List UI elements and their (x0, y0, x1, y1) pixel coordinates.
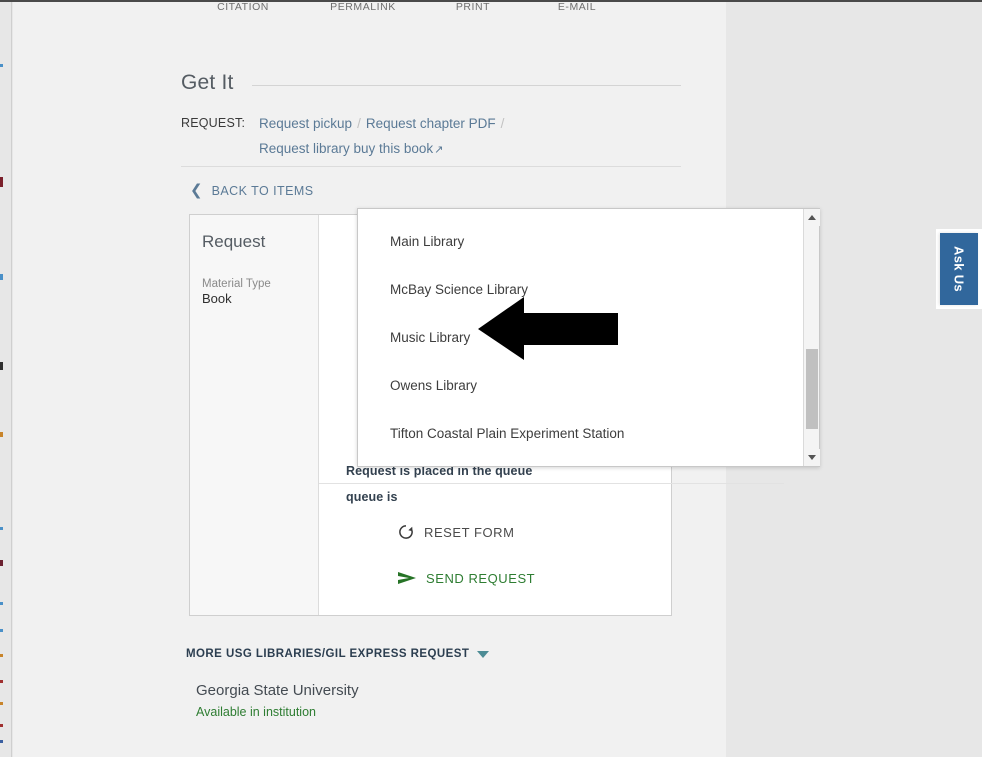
link-separator-2: / (496, 116, 510, 131)
scroll-down-arrow-icon[interactable] (804, 449, 820, 466)
gutter-flecks (0, 2, 12, 769)
dropdown-option-main-library[interactable]: Main Library (358, 218, 803, 266)
left-page-gutter (0, 2, 12, 769)
dropdown-option-mcbay-science-library[interactable]: McBay Science Library (358, 266, 803, 314)
institution-availability-status: Available in institution (196, 702, 359, 722)
institution-name[interactable]: Georgia State University (196, 681, 359, 701)
dropdown-option-music-library[interactable]: Music Library (358, 314, 803, 362)
request-card-summary-panel: Request Material Type Book (190, 215, 319, 615)
reset-form-button[interactable]: RESET FORM (397, 523, 515, 541)
send-request-button[interactable]: SEND REQUEST (397, 570, 535, 586)
record-action-tabs: CITATION PERMALINK PRINT E-MAIL (13, 2, 726, 18)
scrollbar-thumb[interactable] (806, 349, 818, 429)
tab-citation[interactable]: CITATION (183, 2, 303, 13)
get-it-divider (181, 166, 681, 167)
refresh-icon (397, 523, 415, 541)
dropdown-option-tifton-coastal-plain-experiment-station[interactable]: Tifton Coastal Plain Experiment Station (358, 410, 803, 458)
reset-form-label: RESET FORM (424, 525, 515, 540)
send-arrow-icon (397, 570, 417, 586)
bottom-edge (0, 757, 982, 769)
link-request-chapter-pdf[interactable]: Request chapter PDF (366, 116, 496, 131)
page-root: CITATION PERMALINK PRINT E-MAIL Get It R… (0, 0, 982, 769)
form-divider (319, 483, 784, 484)
chevron-left-icon: ❮ (190, 183, 203, 198)
scroll-up-arrow-icon[interactable] (804, 209, 820, 226)
back-to-items-label: BACK TO ITEMS (212, 184, 314, 198)
pickup-location-dropdown[interactable]: Main Library McBay Science Library Music… (357, 208, 820, 467)
link-separator-1: / (352, 116, 366, 131)
get-it-section-header: Get It (181, 68, 681, 98)
dropdown-option-owens-library[interactable]: Owens Library (358, 362, 803, 410)
dropdown-option-list: Main Library McBay Science Library Music… (358, 209, 803, 466)
ask-us-button[interactable]: Ask Us (940, 233, 978, 305)
link-request-library-buy-book[interactable]: Request library buy this book (259, 141, 433, 156)
material-type-label: Material Type (202, 278, 318, 290)
request-row-label: REQUEST: (181, 111, 259, 136)
request-links-row: REQUEST:Request pickup/Request chapter P… (181, 111, 681, 163)
material-type-value: Book (202, 291, 318, 306)
more-usg-libraries-toggle[interactable]: MORE USG LIBRARIES/GIL EXPRESS REQUEST (186, 648, 489, 660)
back-to-items-link[interactable]: ❮ BACK TO ITEMS (190, 183, 314, 198)
more-usg-libraries-title: MORE USG LIBRARIES/GIL EXPRESS REQUEST (186, 648, 469, 660)
tab-print[interactable]: PRINT (418, 2, 528, 13)
link-request-pickup[interactable]: Request pickup (259, 116, 352, 131)
tab-permalink[interactable]: PERMALINK (303, 2, 423, 13)
section-divider (252, 85, 681, 86)
section-title: Get It (181, 71, 234, 95)
dropdown-scrollbar[interactable] (803, 209, 819, 466)
tab-email[interactable]: E-MAIL (522, 2, 632, 13)
request-links-group: Request pickup/Request chapter PDF/Reque… (259, 111, 659, 163)
ask-us-label: Ask Us (952, 246, 967, 292)
institution-list: Georgia State University Available in in… (196, 681, 359, 722)
chevron-down-icon (477, 651, 489, 658)
form-queue-text: queue is (346, 490, 398, 504)
external-link-icon: ↗︎ (433, 144, 443, 156)
send-request-label: SEND REQUEST (426, 571, 535, 586)
request-card-title: Request (202, 232, 318, 252)
